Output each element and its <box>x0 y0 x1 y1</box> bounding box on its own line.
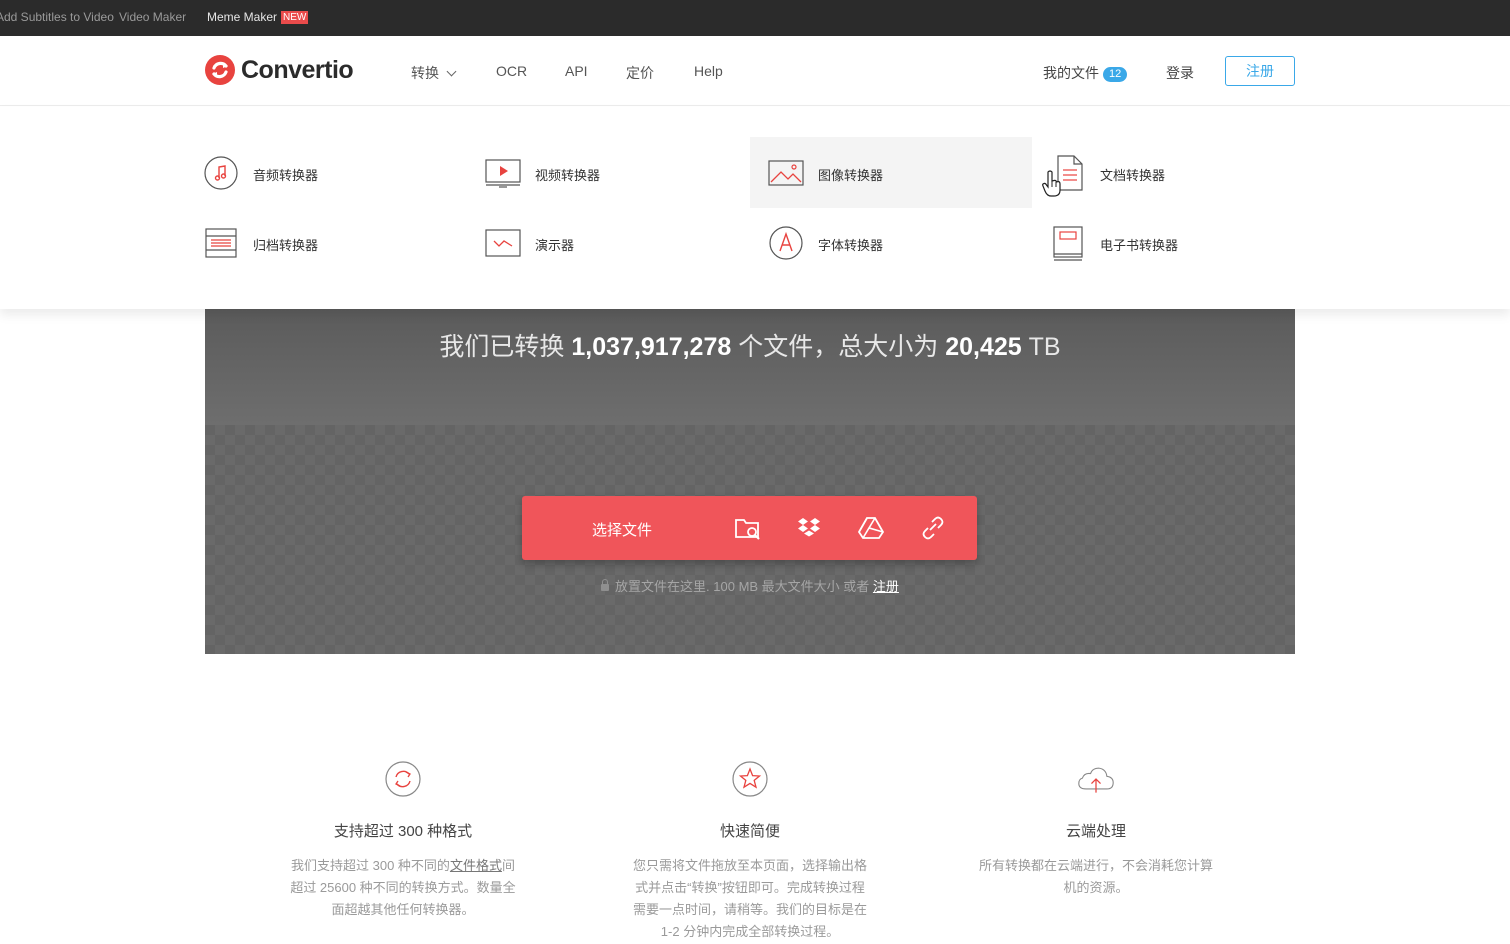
nav-help[interactable]: Help <box>694 63 723 79</box>
menu-item-label: 文档转换器 <box>1100 168 1166 183</box>
lock-icon <box>601 579 610 591</box>
menu-item-archive-converter[interactable]: 归档转换器 <box>185 207 467 278</box>
feature-description: 您只需将文件拖放至本页面，选择输出格式并点击“转换”按钮即可。完成转换过程需要一… <box>632 858 867 939</box>
archive-icon <box>205 228 237 258</box>
menu-item-label: 归档转换器 <box>253 238 319 253</box>
font-icon <box>769 226 803 260</box>
file-formats-link[interactable]: 文件格式 <box>450 858 502 873</box>
stats-prefix: 我们已转换 <box>439 333 565 361</box>
refresh-icon <box>385 761 421 797</box>
feature-description: 所有转换都在云端进行，不会消耗您计算机的资源。 <box>978 858 1213 895</box>
menu-item-label: 音频转换器 <box>253 168 319 183</box>
feature-title: 云端处理 <box>1065 823 1126 840</box>
menu-item-label: 演示器 <box>535 238 575 253</box>
files-count-badge: 12 <box>1103 67 1128 82</box>
logo[interactable]: Convertio <box>205 55 354 85</box>
menu-item-label: 图像转换器 <box>818 168 884 183</box>
chevron-down-icon <box>446 66 457 77</box>
signup-button[interactable]: 注册 <box>1225 56 1295 86</box>
video-play-icon <box>485 159 521 188</box>
files-converted-count: 1,037,917,278 <box>571 333 732 361</box>
menu-item-label: 字体转换器 <box>818 238 884 253</box>
menu-item-font-converter[interactable]: 字体转换器 <box>750 207 1032 278</box>
brand-name: Convertio <box>241 55 354 84</box>
nav-pricing[interactable]: 定价 <box>626 63 654 83</box>
link-url-icon[interactable] <box>919 515 947 541</box>
feature-formats: 支持超过 300 种格式 我们支持超过 300 种不同的文件格式间超过 2560… <box>278 760 528 921</box>
menu-item-presentation-converter[interactable]: 演示器 <box>467 207 749 278</box>
topbar-link-subtitles[interactable]: Add Subtitles to Video <box>0 10 114 24</box>
menu-item-image-converter[interactable]: 图像转换器 <box>750 137 1032 208</box>
size-unit: TB <box>1028 333 1061 361</box>
presentation-icon <box>485 229 521 257</box>
new-badge: NEW <box>281 11 309 24</box>
ebook-icon <box>1053 226 1083 261</box>
feature-title: 支持超过 300 种格式 <box>333 823 473 840</box>
folder-search-icon[interactable] <box>734 515 762 541</box>
nav-api[interactable]: API <box>565 63 588 79</box>
feature-cloud: 云端处理 所有转换都在云端进行，不会消耗您计算机的资源。 <box>971 760 1221 899</box>
hint-text: 放置文件在这里. 100 MB 最大文件大小 或者 <box>615 579 870 594</box>
upload-button-bar: 选择文件 <box>522 496 977 560</box>
menu-item-label: 视频转换器 <box>535 168 601 183</box>
nav-convert[interactable]: 转换 <box>411 63 457 83</box>
nav-ocr[interactable]: OCR <box>496 63 527 79</box>
stats-mid: 个文件，总大小为 <box>738 333 939 361</box>
my-files-link[interactable]: 我的文件 12 <box>1043 63 1128 83</box>
upload-hero: 我们已转换 1,037,917,278 个文件，总大小为 20,425 TB 选… <box>205 309 1295 654</box>
feature-description: 我们支持超过 300 种不同的文件格式间超过 25600 种不同的转换方式。数量… <box>278 855 528 921</box>
dropbox-icon[interactable] <box>795 515 823 541</box>
header: Convertio 转换 OCR API 定价 Help 我的文件 12 登录 注… <box>0 36 1510 106</box>
choose-files-button[interactable]: 选择文件 <box>592 519 652 540</box>
nav-convert-label: 转换 <box>411 65 439 81</box>
google-drive-icon[interactable] <box>857 515 885 541</box>
total-size-value: 20,425 <box>945 333 1022 361</box>
cloud-upload-icon <box>1078 767 1114 793</box>
menu-item-video-converter[interactable]: 视频转换器 <box>467 137 749 208</box>
convert-dropdown-menu: 音频转换器 视频转换器 图像转换器 文档转换器 归档转换器 演示器 字体转换器 … <box>0 107 1510 309</box>
hint-signup-link[interactable]: 注册 <box>873 579 899 594</box>
menu-item-label: 电子书转换器 <box>1100 238 1179 253</box>
hand-cursor-icon <box>1042 170 1061 197</box>
my-files-label: 我的文件 <box>1043 65 1099 81</box>
meme-maker-label: Meme Maker <box>207 10 278 24</box>
menu-item-ebook-converter[interactable]: 电子书转换器 <box>1032 207 1314 278</box>
topbar-link-video-maker[interactable]: Video Maker <box>119 10 186 24</box>
login-link[interactable]: 登录 <box>1166 63 1194 83</box>
menu-item-document-converter[interactable]: 文档转换器 <box>1032 137 1314 208</box>
menu-item-audio-converter[interactable]: 音频转换器 <box>185 137 467 208</box>
star-icon <box>732 761 768 797</box>
convertio-logo-icon <box>205 55 235 85</box>
top-bar: Add Subtitles to Video Video Maker Meme … <box>0 0 1510 36</box>
feature-fast-easy: 快速简便 您只需将文件拖放至本页面，选择输出格式并点击“转换”按钮即可。完成转换… <box>625 760 875 943</box>
music-note-icon <box>204 156 238 190</box>
feature-title: 快速简便 <box>719 823 780 840</box>
feature-desc-before: 我们支持超过 300 种不同的 <box>291 858 450 873</box>
image-icon <box>768 160 804 186</box>
drop-hint: 放置文件在这里. 100 MB 最大文件大小 或者 注册 <box>205 576 1295 595</box>
conversion-stats: 我们已转换 1,037,917,278 个文件，总大小为 20,425 TB <box>205 327 1295 363</box>
topbar-link-meme-maker[interactable]: Meme Maker NEW <box>207 10 309 24</box>
